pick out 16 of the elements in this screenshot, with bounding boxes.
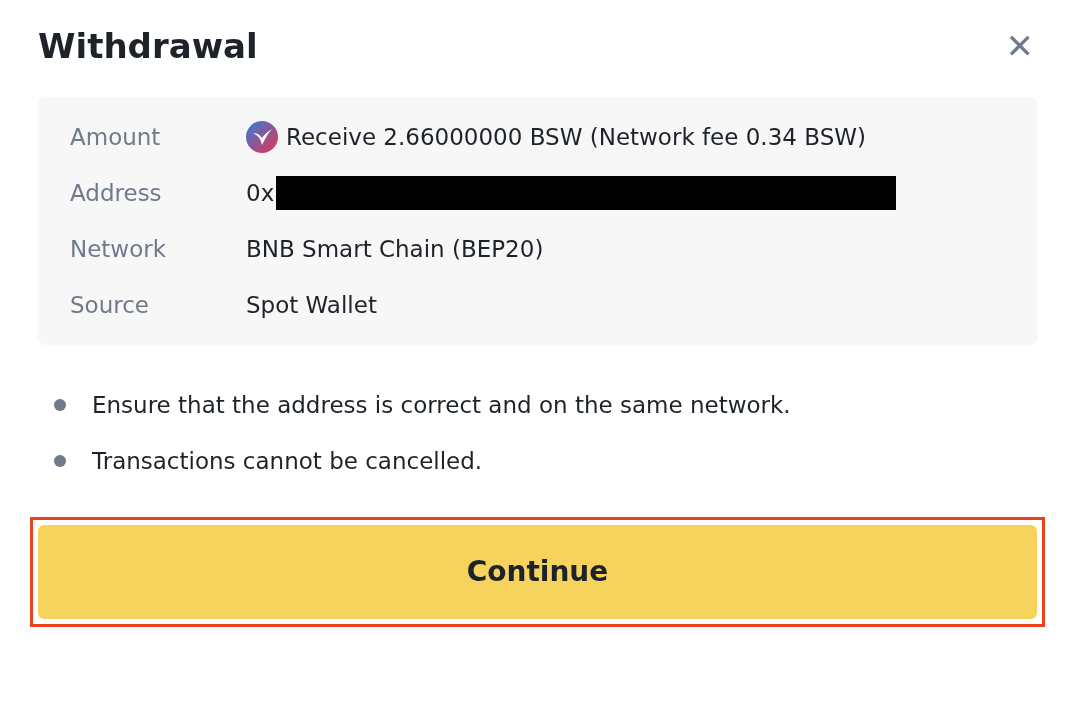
coin-icon	[246, 120, 278, 153]
detail-value: 0x	[246, 178, 275, 208]
detail-value: BNB Smart Chain (BEP20)	[246, 234, 544, 264]
detail-label: Address	[70, 178, 163, 208]
detail-label: Network	[70, 234, 168, 264]
detail-label: Source	[70, 290, 150, 320]
note-text: Ensure that the address is correct and on the same network.	[92, 390, 791, 420]
bullet-icon	[54, 454, 66, 467]
continue-button[interactable]: Continue	[38, 524, 1037, 619]
detail-value: Spot Wallet	[246, 290, 377, 320]
close-button[interactable]: ✕	[1001, 29, 1038, 64]
bullet-icon	[54, 398, 66, 411]
detail-label: Amount	[70, 122, 162, 152]
note-text: Transactions cannot be cancelled.	[92, 446, 483, 476]
detail-value: Receive 2.66000000 BSW (Network fee 0.34 BSW)	[286, 122, 866, 152]
dialog-title: Withdrawal	[38, 26, 258, 67]
